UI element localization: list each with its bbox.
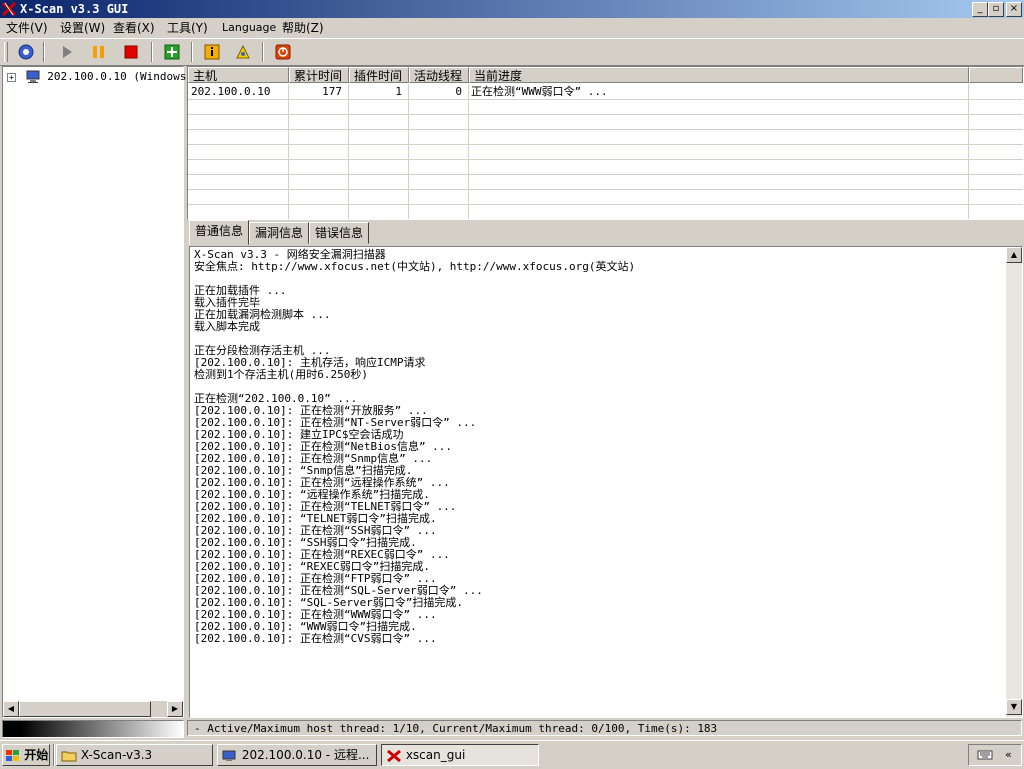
host-list[interactable]: 主机 累计时间 插件时间 活动线程 当前进度 202.100.0.10 177 … [187,66,1024,220]
cell-total-time: 177 [322,85,342,98]
title-bar[interactable]: X-Scan v3.3 GUI _ ▫ × [0,0,1024,18]
scroll-left-icon[interactable]: ◀ [3,701,19,717]
column-header-active-threads[interactable]: 活动线程 [409,67,469,83]
progress-bar [2,720,184,738]
app-icon [2,2,16,16]
log-line: [202.100.0.10]: 正在检测“CVS弱口令” ... [194,632,437,645]
pause-icon[interactable] [89,42,109,62]
grid-line [288,84,289,219]
column-header-total-time[interactable]: 累计时间 [289,67,349,83]
connect-icon[interactable] [16,42,36,62]
menu-language[interactable]: Language [222,20,276,36]
log-lines: X-Scan v3.3 - 网络安全漏洞扫描器 安全焦点: http://www.… [194,249,999,645]
tree-item-host[interactable]: + 202.100.0.10 (Windows 20 [7,69,206,85]
tab-error-info[interactable]: 错误信息 [309,222,370,244]
system-tray: « [968,744,1022,766]
tree-item-label: 202.100.0.10 (Windows 20 [47,70,207,83]
taskbar: 开始 X-Scan-v3.3 202.100.0.10 - 远程... xsca… [0,740,1024,769]
log-line: 正在加载插件 ... [194,284,287,297]
maximize-button[interactable]: ▫ [988,2,1004,17]
column-header-progress[interactable]: 当前进度 [469,67,969,83]
close-button[interactable]: × [1006,2,1022,17]
grid-line [188,174,1023,175]
menu-file[interactable]: 文件(V) [6,20,48,36]
cell-progress: 正在检测“WWW弱口令” ... [471,85,608,98]
menu-help[interactable]: 帮助(Z) [282,20,324,36]
grid-line [188,99,1023,100]
grid-line [188,129,1023,130]
scroll-right-icon[interactable]: ▶ [167,701,183,717]
task-label: X-Scan-v3.3 [80,748,153,762]
taskbar-task-xscan-folder[interactable]: X-Scan-v3.3 [56,744,213,766]
log-vertical-scrollbar[interactable]: ▲ ▼ [1006,247,1022,717]
taskbar-task-remote[interactable]: 202.100.0.10 - 远程... [217,744,377,766]
grid-line [188,144,1023,145]
start-label: 开始 [24,748,49,762]
toolbar-separator [151,42,153,62]
keyboard-icon[interactable] [977,748,993,762]
stop-icon[interactable] [121,42,141,62]
host-tree[interactable]: + 202.100.0.10 (Windows 20 ◀ ▶ [2,66,206,718]
menu-tools[interactable]: 工具(Y) [167,20,208,36]
exit-icon[interactable] [273,42,293,62]
menu-settings[interactable]: 设置(W) [60,20,105,36]
tab-general-info[interactable]: 普通信息 [189,220,250,245]
task-label: 202.100.0.10 - 远程... [241,748,370,762]
log-line: 安全焦点: http://www.xfocus.net(中文站), http:/… [194,260,636,273]
grid-line [408,84,409,219]
chevron-icon[interactable]: « [1005,748,1012,761]
grid-line [188,114,1023,115]
menu-bar: 文件(V) 设置(W) 查看(X) 工具(Y) Language 帮助(Z) [0,18,1024,38]
tree-horizontal-scrollbar[interactable]: ◀ ▶ [3,701,183,717]
log-line: 载入脚本完成 [194,320,260,333]
menu-view[interactable]: 查看(X) [113,20,155,36]
table-row[interactable]: 202.100.0.10 177 1 0 正在检测“WWW弱口令” ... [188,84,1023,99]
folder-icon [61,751,77,761]
tool-icon[interactable] [233,42,253,62]
scroll-up-icon[interactable]: ▲ [1006,247,1022,263]
window-title: X-Scan v3.3 GUI [20,2,129,16]
xscan-icon [387,749,401,762]
remote-desktop-icon [222,750,236,761]
toolbar-grip [4,42,8,62]
toolbar-separator [262,42,264,62]
grid-line [968,84,969,219]
info-icon[interactable] [202,42,222,62]
grid-line [188,204,1023,205]
column-header-host[interactable]: 主机 [188,67,289,83]
grid-line [348,84,349,219]
log-line: 正在加载漏洞检测脚本 ... [194,308,331,321]
toolbar [0,38,1024,66]
toolbar-separator [191,42,193,62]
scroll-thumb[interactable] [19,701,151,717]
computer-icon [26,70,40,83]
tree-expander[interactable]: + [7,72,16,82]
scroll-down-icon[interactable]: ▼ [1006,699,1022,715]
column-header-blank [969,67,1023,83]
taskbar-separator [53,744,55,766]
cell-host: 202.100.0.10 [191,85,271,98]
toolbar-separator [43,42,45,62]
grid-line [188,159,1023,160]
start-scan-icon[interactable] [57,42,77,62]
tab-vulnerability-info[interactable]: 漏洞信息 [249,222,310,244]
taskbar-task-xscan-gui[interactable]: xscan_gui [381,744,539,766]
task-label: xscan_gui [405,748,466,762]
grid-line [468,84,469,219]
minimize-button[interactable]: _ [972,2,988,17]
windows-logo-icon [6,749,19,761]
start-button[interactable]: 开始 [2,744,50,766]
cell-plugin-time: 1 [395,85,402,98]
cell-active-threads: 0 [455,85,462,98]
grid-line [188,189,1023,190]
status-bar: - Active/Maximum host thread: 1/10, Curr… [187,720,1022,736]
column-header-plugin-time[interactable]: 插件时间 [349,67,409,83]
plugin-icon[interactable] [162,42,182,62]
log-output[interactable]: X-Scan v3.3 - 网络安全漏洞扫描器 安全焦点: http://www.… [189,246,1023,718]
log-line: 检测到1个存活主机(用时6.250秒) [194,368,368,381]
